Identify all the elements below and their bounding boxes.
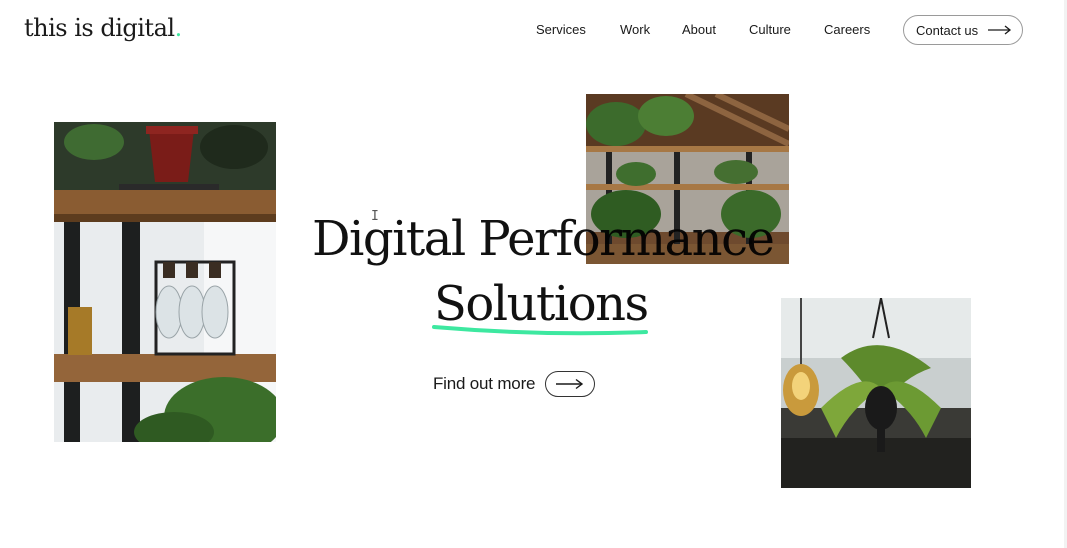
logo-dot: . (174, 14, 183, 42)
contact-us-button[interactable]: Contact us (903, 15, 1023, 45)
shelf-plants-image (54, 122, 276, 442)
arrow-right-icon (556, 378, 584, 390)
hanging-bulb-plant-image (781, 298, 971, 488)
text-cursor-icon: I (371, 209, 379, 224)
find-out-more-label: Find out more (433, 374, 536, 393)
nav-culture[interactable]: Culture (749, 22, 791, 37)
find-out-more-cta[interactable]: Find out more (433, 371, 596, 397)
contact-us-label: Contact us (916, 22, 979, 38)
nav-careers[interactable]: Careers (824, 22, 870, 37)
nav-services[interactable]: Services (536, 22, 586, 37)
arrow-right-icon (988, 25, 1012, 35)
find-out-more-arrow-button[interactable] (545, 371, 596, 397)
nav-about[interactable]: About (682, 22, 716, 37)
logo-text: this is digital (24, 14, 175, 42)
nav-work[interactable]: Work (620, 22, 650, 37)
highlight-underline (432, 325, 648, 336)
site-logo[interactable]: this is digital. (24, 14, 182, 42)
hero-title-line1: Digital Performance (312, 211, 775, 267)
